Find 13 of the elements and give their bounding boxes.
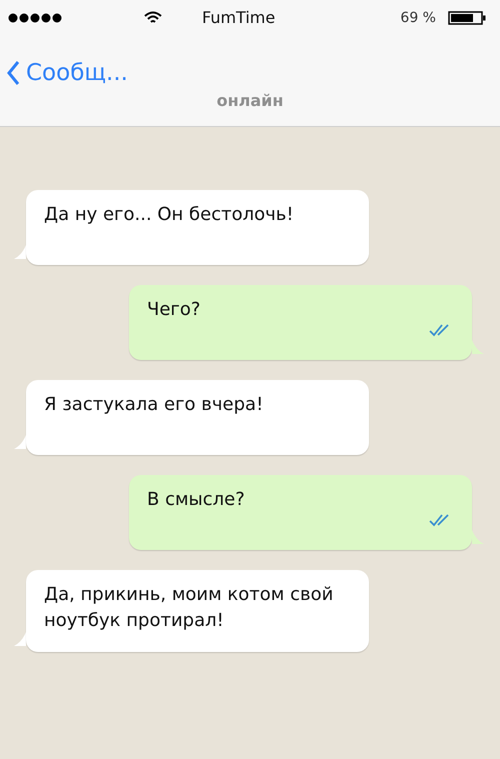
battery-percent: 69 % — [400, 8, 436, 28]
signal-icon — [8, 13, 64, 23]
message-text: Чего? — [147, 298, 202, 322]
message-text: Да ну его... Он бестолочь! — [44, 203, 295, 227]
back-button[interactable]: Сообщ... — [6, 56, 128, 90]
carrier-name: FumTime — [202, 7, 276, 29]
message-text: В смысле? — [147, 488, 246, 512]
status-subtitle: онлайн — [216, 90, 284, 112]
message-text: Я застукала его вчера! — [44, 393, 264, 417]
message-text: Да, прикинь, моим котом свой ноутбук протирал! — [44, 583, 334, 633]
chevron-left-icon — [6, 60, 20, 86]
battery-icon — [448, 11, 486, 25]
wifi-icon — [144, 11, 162, 25]
